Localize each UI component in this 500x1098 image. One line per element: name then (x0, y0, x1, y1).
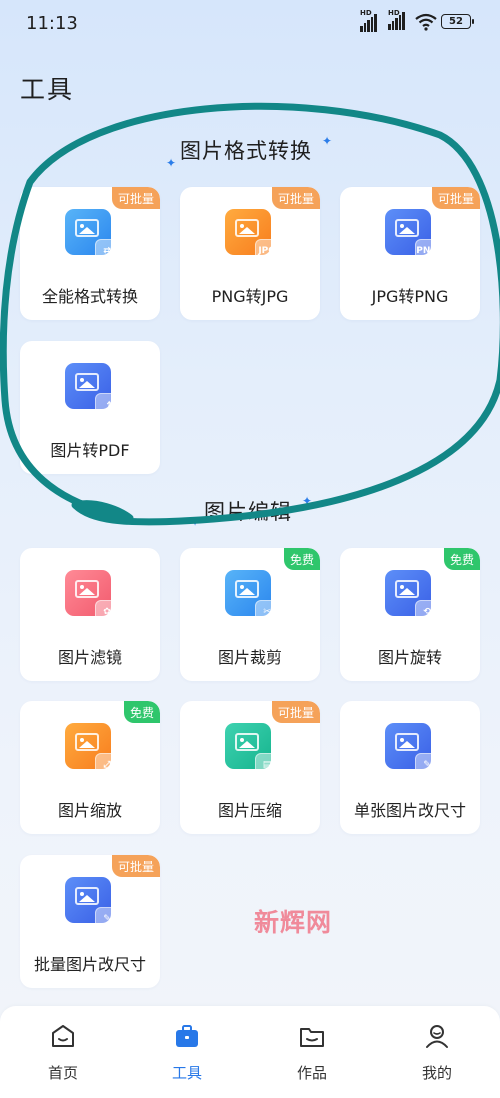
image-to-pdf-icon: ⤴ (65, 363, 119, 417)
nav-label: 作品 (296, 1064, 327, 1082)
batch-badge: 可批量 (111, 855, 160, 877)
card-label: 全能格式转换 (41, 287, 138, 306)
tool-card-jpg-to-png[interactable]: 可批量 PNG JPG转PNG (340, 187, 480, 320)
card-label: 批量图片改尺寸 (33, 955, 146, 974)
card-label: PNG转JPG (211, 287, 289, 306)
status-time: 11:13 (26, 13, 78, 34)
batch-badge: 可批量 (111, 187, 160, 209)
compress-icon: ▤ (225, 723, 279, 777)
crop-icon: ✂ (225, 570, 279, 624)
section-title-edit: 图片编辑 (204, 500, 292, 524)
batch-resize-icon: ✎ (65, 877, 119, 931)
card-label: 图片压缩 (217, 801, 282, 820)
card-label: 图片裁剪 (217, 648, 282, 667)
signal-icon: HD (360, 9, 377, 32)
tool-card-zoom[interactable]: 免费 ⤢ 图片缩放 (20, 701, 160, 834)
tool-card-crop[interactable]: 免费 ✂ 图片裁剪 (180, 548, 320, 681)
zoom-icon: ⤢ (65, 723, 119, 777)
sparkle-icon: ✦ (302, 494, 313, 508)
page-title: 工具 (20, 75, 75, 104)
batch-badge: 可批量 (271, 187, 320, 209)
resize-icon: ✎ (385, 723, 439, 777)
nav-label: 工具 (171, 1064, 202, 1082)
bottom-nav: 首页 工具 作品 我的 (0, 1006, 500, 1098)
tool-card-rotate[interactable]: 免费 ⟲ 图片旋转 (340, 548, 480, 681)
user-icon (426, 1025, 448, 1048)
format-convert-icon: ⇄ (65, 209, 119, 263)
wifi-icon (415, 13, 437, 31)
tool-card-format-convert[interactable]: 可批量 ⇄ 全能格式转换 (20, 187, 160, 320)
battery-icon: 52 (441, 14, 474, 29)
rotate-icon: ⟲ (385, 570, 439, 624)
watermark: 新辉网 (254, 908, 333, 937)
tool-card-image-to-pdf[interactable]: ⤴ 图片转PDF (20, 341, 160, 474)
signal-icon-2: HD (388, 9, 405, 30)
card-label: 图片转PDF (50, 441, 130, 460)
folder-icon (300, 1028, 324, 1047)
nav-label: 首页 (47, 1064, 78, 1082)
card-label: 图片缩放 (57, 801, 122, 820)
tool-card-filter[interactable]: ✿ 图片滤镜 (20, 548, 160, 681)
free-badge: 免费 (443, 548, 480, 570)
nav-item-tools[interactable]: 工具 (152, 1022, 222, 1083)
jpg-to-png-icon: PNG (385, 209, 439, 263)
filter-icon: ✿ (65, 570, 119, 624)
tool-card-png-to-jpg[interactable]: 可批量 JPG PNG转JPG (180, 187, 320, 320)
tool-card-resize[interactable]: ✎ 单张图片改尺寸 (340, 701, 480, 834)
card-label: JPG转PNG (371, 287, 449, 306)
batch-badge: 可批量 (271, 701, 320, 723)
nav-item-works[interactable]: 作品 (277, 1022, 347, 1083)
sparkle-icon: ✦ (322, 134, 333, 148)
sparkle-icon: ✦ (190, 515, 201, 529)
section-title-format: 图片格式转换 (180, 139, 312, 163)
nav-label: 我的 (421, 1064, 452, 1082)
png-to-jpg-icon: JPG (225, 209, 279, 263)
card-label: 图片滤镜 (57, 648, 122, 667)
sparkle-icon: ✦ (166, 156, 177, 170)
free-badge: 免费 (283, 548, 320, 570)
status-bar: 11:13 HD HD 52 (0, 0, 500, 46)
free-badge: 免费 (123, 701, 160, 723)
home-icon (52, 1025, 74, 1047)
card-label: 图片旋转 (377, 648, 442, 667)
tool-card-batch-resize[interactable]: 可批量 ✎ 批量图片改尺寸 (20, 855, 160, 988)
batch-badge: 可批量 (431, 187, 480, 209)
nav-item-home[interactable]: 首页 (28, 1022, 98, 1083)
tool-card-compress[interactable]: 可批量 ▤ 图片压缩 (180, 701, 320, 834)
card-label: 单张图片改尺寸 (353, 801, 466, 820)
toolbox-icon (176, 1025, 198, 1047)
nav-item-mine[interactable]: 我的 (402, 1022, 472, 1083)
